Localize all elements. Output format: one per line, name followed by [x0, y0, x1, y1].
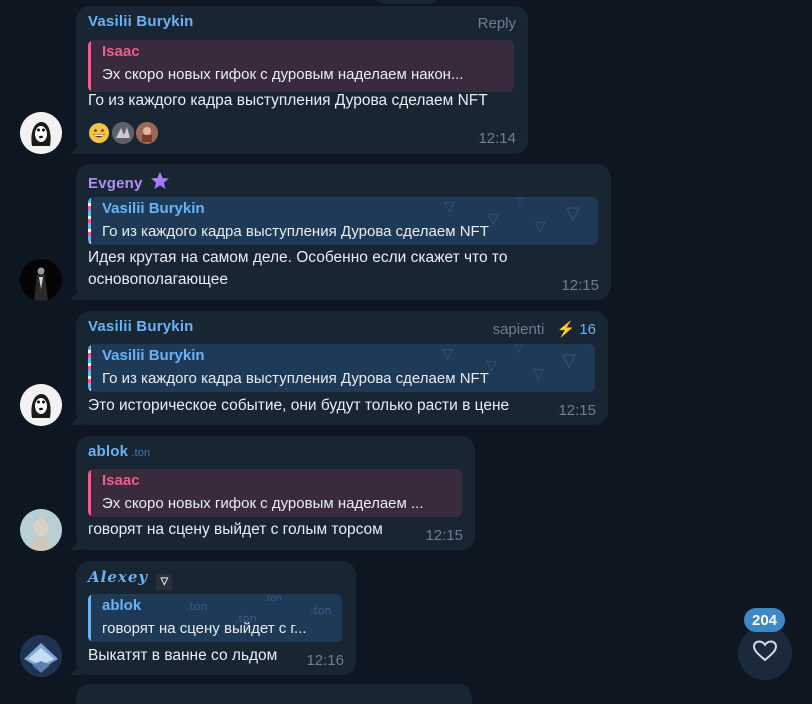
- ton-domain-pattern: .ton: [186, 600, 208, 613]
- avatar[interactable]: [20, 384, 62, 426]
- bubble-tail: [70, 286, 84, 300]
- reply-author: ablok: [102, 597, 142, 614]
- reply-author: Isaac: [102, 43, 140, 60]
- reply-text: Эх скоро новых гифок с дуровым наделаем …: [102, 495, 424, 512]
- previous-message-stub: [372, 0, 442, 4]
- bubble-tail: [70, 140, 84, 154]
- reply-author: Isaac: [102, 472, 140, 489]
- author-rank: sapienti: [492, 321, 545, 338]
- reply-author: Vasilii Burykin: [102, 200, 205, 217]
- author-suffix: .ton: [131, 447, 151, 459]
- author-name: ablok: [88, 443, 129, 460]
- ton-pattern-icon: ▽: [516, 197, 525, 208]
- ton-pattern-icon: ▽: [514, 344, 523, 355]
- reply-text: Го из каждого кадра выступления Дурова с…: [102, 370, 489, 387]
- message-text: говорят на сцену выйдет с голым торсом: [88, 521, 383, 538]
- next-message-stub: [76, 684, 472, 704]
- premium-star-icon: [150, 171, 170, 195]
- message-bubble[interactable]: Alexey ▽ .ton .ton .ton .ton ablok говор…: [70, 561, 356, 675]
- boost-icon: ⚡: [556, 321, 576, 338]
- reactions-button[interactable]: [738, 626, 792, 680]
- sticker-reaction-icon[interactable]: [136, 122, 158, 144]
- boost-count: 16: [579, 321, 596, 338]
- reply-quote[interactable]: ▽ ▽ ▽ ▽ ▽ Vasilii Burykin Го из каждого …: [88, 344, 595, 392]
- message-author[interactable]: ablok .ton: [88, 443, 150, 460]
- avatar[interactable]: [20, 112, 62, 154]
- message-time: 12:15: [425, 527, 463, 544]
- reply-text: Го из каждого кадра выступления Дурова с…: [102, 223, 489, 240]
- avatar[interactable]: [20, 509, 62, 551]
- ton-logo-icon: ▽: [156, 574, 173, 590]
- message-bubble[interactable]: ablok .ton Isaac Эх скоро новых гифок с д…: [70, 436, 475, 550]
- message-author[interactable]: Evgeny: [88, 171, 170, 195]
- ton-pattern-icon: ▽: [562, 350, 576, 371]
- message-author[interactable]: Vasilii Burykin: [88, 318, 194, 335]
- message-time: 12:16: [306, 652, 344, 669]
- reply-bar: [88, 197, 91, 245]
- reaction-count-badge[interactable]: 204: [744, 608, 785, 632]
- reply-quote[interactable]: .ton .ton .ton .ton ablok говорят на сце…: [88, 594, 342, 642]
- message-time: 12:14: [478, 130, 516, 147]
- reply-quote[interactable]: Isaac Эх скоро новых гифок с дуровым над…: [88, 469, 462, 517]
- reply-text: Эх скоро новых гифок с дуровым наделаем …: [102, 66, 464, 83]
- reply-bar: [88, 469, 91, 517]
- reply-quote[interactable]: ▽ ▽ ▽ ▽ ▽ Vasilii Burykin Го из каждого …: [88, 197, 598, 245]
- ton-domain-pattern: .ton: [264, 594, 282, 604]
- ton-pattern-icon: ▽: [566, 203, 580, 224]
- admin-title: sapienti ⚡ 16: [493, 320, 596, 338]
- reply-label[interactable]: Reply: [478, 15, 516, 32]
- heart-icon: [752, 639, 778, 667]
- message-text: Это историческое событие, они будут толь…: [88, 397, 510, 414]
- reply-quote[interactable]: Isaac Эх скоро новых гифок с дуровым над…: [88, 40, 514, 92]
- avatar[interactable]: [20, 635, 62, 677]
- message-bubble[interactable]: Evgeny ▽ ▽ ▽ ▽ ▽ Vasilii Burykin Го из к…: [70, 164, 611, 300]
- author-name: Evgeny: [88, 175, 143, 192]
- message-text-line: основополагающее: [88, 271, 228, 288]
- reply-bar: [88, 40, 91, 92]
- reply-bar: [88, 344, 91, 392]
- reply-bar: [88, 594, 91, 642]
- message-time: 12:15: [561, 277, 599, 294]
- message-bubble[interactable]: Vasilii Burykin sapienti ⚡ 16 ▽ ▽ ▽ ▽ ▽ …: [70, 311, 608, 425]
- message-text: Го из каждого кадра выступления Дурова с…: [88, 92, 488, 109]
- message-author[interactable]: Alexey ▽: [88, 568, 173, 590]
- reply-author: Vasilii Burykin: [102, 347, 205, 364]
- message-text: Выкатят в ванне со льдом: [88, 647, 278, 664]
- bubble-tail: [70, 411, 84, 425]
- avatar[interactable]: [20, 259, 62, 301]
- bubble-tail: [70, 536, 84, 550]
- reply-text: говорят на сцену выйдет с г...: [102, 620, 307, 637]
- grinning-face-emoji-icon[interactable]: [88, 122, 110, 144]
- message-time: 12:15: [558, 402, 596, 419]
- ton-pattern-icon: ▽: [442, 346, 453, 362]
- sticker-reaction-icon[interactable]: [112, 122, 134, 144]
- message-text-line: Идея крутая на самом деле. Особенно если…: [88, 249, 508, 266]
- ton-pattern-icon: ▽: [444, 199, 455, 215]
- author-name: Alexey: [88, 568, 149, 586]
- message-author[interactable]: Vasilii Burykin: [88, 13, 194, 30]
- message-bubble[interactable]: Vasilii Burykin Reply Isaac Эх скоро нов…: [70, 6, 528, 154]
- bubble-tail: [70, 661, 84, 675]
- reactions-row[interactable]: [88, 122, 158, 144]
- ton-domain-pattern: .ton: [310, 604, 332, 617]
